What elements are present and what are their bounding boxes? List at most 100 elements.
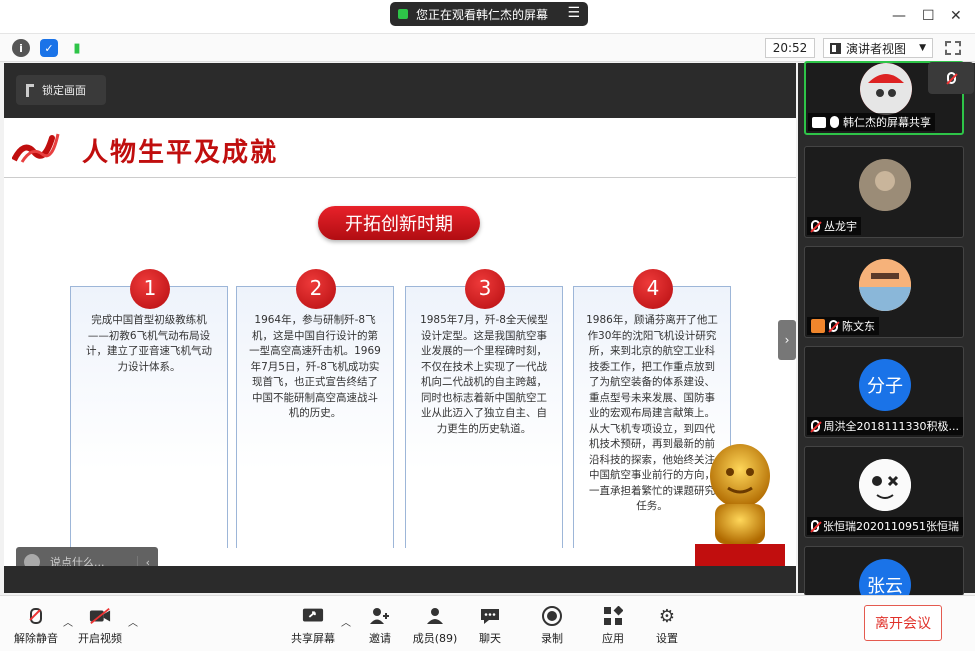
card-text: 1985年7月，歼-8全天候型设计定型。这是我国航空事业发展的一个里程碑时刻，不… (420, 314, 548, 435)
avatar (860, 63, 912, 115)
leave-meeting-button[interactable]: 离开会议 (864, 605, 942, 641)
unmute-label: 解除静音 (14, 632, 58, 645)
host-icon (811, 319, 825, 333)
video-options-caret[interactable]: ︿ (128, 614, 138, 629)
participant-name-label: 丛龙宇 (807, 217, 861, 235)
add-user-icon (369, 606, 391, 626)
pin-icon (26, 83, 34, 97)
chevron-down-icon: ▼ (919, 43, 926, 53)
emoji-icon[interactable] (24, 554, 40, 566)
fullscreen-icon[interactable] (945, 41, 961, 55)
participant-name: 陈文东 (842, 320, 875, 333)
info-icon[interactable]: i (12, 39, 30, 57)
menu-icon[interactable]: ☰ (567, 5, 580, 21)
avatar: 分子 (859, 359, 911, 411)
chat-placeholder: 说点什么... (50, 556, 105, 566)
ribbon-logo-icon (12, 133, 60, 163)
shared-screen: 锁定画面 人物生平及成就 开拓创新时期 1 完成中国首型初级教练机——初教6飞机… (4, 63, 796, 593)
video-off-icon (89, 606, 111, 626)
apps-label: 应用 (602, 632, 624, 645)
participant-name-label: 韩仁杰的屏幕共享 (808, 113, 935, 131)
participant-tile[interactable]: 分子 周洪全2018111330积极... (804, 346, 964, 438)
chat-label: 聊天 (479, 632, 501, 645)
mic-muted-icon (811, 520, 819, 532)
meeting-clock: 20:52 (765, 38, 815, 58)
chat-button[interactable]: 聊天 (460, 602, 520, 646)
avatar: 张云 (859, 559, 911, 595)
view-mode-icon (830, 42, 841, 54)
view-mode-label: 演讲者视图 (846, 41, 907, 56)
signal-icon[interactable]: ▮ (68, 39, 86, 57)
unmute-button[interactable]: 解除静音 (6, 602, 66, 646)
card-number: 2 (296, 269, 336, 309)
minimize-button[interactable]: — (892, 8, 906, 24)
participant-tile[interactable]: 张恒瑞2020110951张恒瑞 (804, 446, 964, 538)
window-titlebar: 您正在观看韩仁杰的屏幕 ☰ — ☐ ✕ (0, 0, 975, 34)
lock-view-button[interactable]: 锁定画面 (16, 75, 106, 105)
apps-button[interactable]: 应用 (583, 602, 643, 646)
lock-view-label: 锁定画面 (42, 84, 86, 97)
golden-lion-statue-image (695, 444, 785, 566)
shield-icon[interactable]: ✓ (40, 39, 58, 57)
meeting-controls: 解除静音 ︿ 开启视频 ︿ 共享屏幕 ︿ 邀请 成员(89) 聊天 录制 应用 … (0, 595, 975, 651)
avatar (859, 259, 911, 311)
participant-name-label: 张恒瑞2020110951张恒瑞 (807, 517, 963, 535)
invite-label: 邀请 (369, 632, 391, 645)
record-button[interactable]: 录制 (522, 602, 582, 646)
card-number: 1 (130, 269, 170, 309)
members-icon (424, 606, 446, 626)
avatar (859, 459, 911, 511)
participant-name: 丛龙宇 (824, 220, 857, 233)
close-button[interactable]: ✕ (950, 8, 962, 24)
start-video-button[interactable]: 开启视频 (70, 602, 130, 646)
start-video-label: 开启视频 (78, 632, 122, 645)
collapse-sidebar-button[interactable]: › (778, 320, 796, 360)
meeting-toolbar: i ✓ ▮ 20:52 演讲者视图 ▼ (0, 34, 975, 62)
members-button[interactable]: 成员(89) (405, 602, 465, 646)
participant-gallery: 韩仁杰的屏幕共享 丛龙宇 陈文东 分子 周洪全2018111330积极... 张… (798, 61, 975, 596)
achievement-card: 2 1964年，参与研制歼-8飞机，这是中国自行设计的第一型高空高速歼击机。19… (236, 269, 394, 548)
chat-quick-input[interactable]: 说点什么... ‹ (16, 547, 158, 566)
participant-name-label: 周洪全2018111330积极... (807, 417, 963, 435)
chevron-left-icon[interactable]: ‹ (136, 555, 150, 566)
period-banner: 开拓创新时期 (318, 206, 480, 240)
participant-tile[interactable]: 陈文东 (804, 246, 964, 338)
mic-icon (830, 116, 839, 128)
apps-icon (602, 606, 624, 626)
slide-header: 人物生平及成就 (4, 118, 796, 178)
participant-name-label: 陈文东 (807, 317, 879, 335)
my-mic-status[interactable] (928, 62, 974, 94)
card-text: 完成中国首型初级教练机——初教6飞机气动布局设计，建立了亚音速飞机气动力设计体系… (86, 314, 212, 373)
invite-button[interactable]: 邀请 (350, 602, 410, 646)
screen-share-status[interactable]: 您正在观看韩仁杰的屏幕 ☰ (390, 2, 588, 26)
screen-share-icon (812, 116, 826, 128)
mic-muted-icon (25, 606, 47, 626)
chat-icon (479, 606, 501, 626)
share-indicator-icon (398, 9, 408, 19)
card-number: 3 (465, 269, 505, 309)
achievement-card: 3 1985年7月，歼-8全天候型设计定型。这是我国航空事业发展的一个里程碑时刻… (405, 269, 563, 548)
maximize-button[interactable]: ☐ (922, 8, 935, 24)
view-mode-dropdown[interactable]: 演讲者视图 ▼ (823, 38, 933, 58)
participant-tile[interactable]: 丛龙宇 (804, 146, 964, 238)
slide-title: 人物生平及成就 (82, 138, 279, 168)
card-text: 1964年，参与研制歼-8飞机，这是中国自行设计的第一型高空高速歼击机。1969… (249, 314, 381, 419)
settings-button[interactable]: ⚙ 设置 (637, 602, 697, 646)
members-label: 成员(89) (412, 632, 458, 645)
settings-label: 设置 (656, 632, 678, 645)
participant-tile[interactable]: 张云 (804, 546, 964, 596)
mic-muted-icon (829, 320, 838, 332)
participant-name: 周洪全2018111330积极... (823, 420, 959, 433)
share-status-text: 您正在观看韩仁杰的屏幕 (416, 7, 549, 22)
record-icon (541, 606, 563, 626)
participant-name: 韩仁杰的屏幕共享 (843, 116, 931, 129)
mic-muted-icon (946, 72, 956, 84)
presentation-slide: 人物生平及成就 开拓创新时期 1 完成中国首型初级教练机——初教6飞机气动布局设… (4, 118, 796, 566)
share-screen-label: 共享屏幕 (291, 632, 335, 645)
achievement-card: 1 完成中国首型初级教练机——初教6飞机气动布局设计，建立了亚音速飞机气动力设计… (70, 269, 228, 548)
share-screen-button[interactable]: 共享屏幕 (283, 602, 343, 646)
card-number: 4 (633, 269, 673, 309)
mic-muted-icon (811, 420, 820, 432)
gear-icon: ⚙ (658, 605, 676, 627)
record-label: 录制 (541, 632, 563, 645)
